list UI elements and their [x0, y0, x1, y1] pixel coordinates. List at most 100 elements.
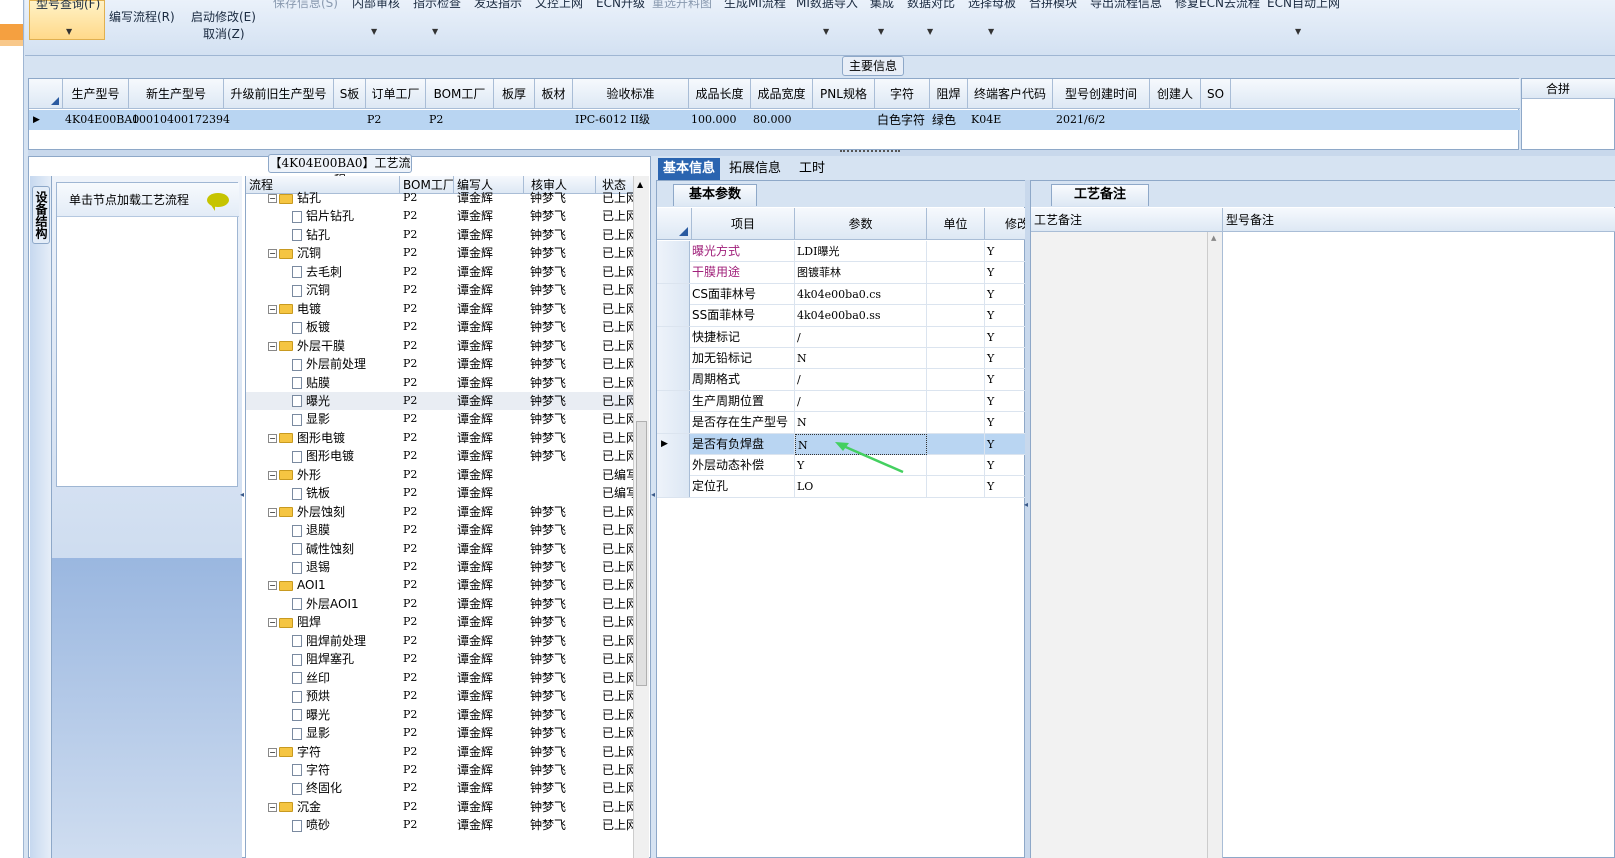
tree-row[interactable]: 外层AOI1 P2 谭金辉 钟梦飞 已上网 — [246, 595, 634, 613]
row-header[interactable] — [657, 348, 690, 369]
internal-review-button[interactable]: 内部审核 — [352, 0, 400, 11]
process-remarks-area[interactable] — [1031, 232, 1207, 858]
tree-scrollbar[interactable]: ▲ — [633, 176, 649, 858]
param-modify[interactable]: Y — [985, 369, 1026, 391]
cancel-button[interactable]: 取消(Z) — [203, 25, 245, 42]
tree-row[interactable]: 沉铜 P2 谭金辉 钟梦飞 已上网 — [246, 281, 634, 299]
header-create-time[interactable]: 型号创建时间 — [1053, 79, 1150, 109]
param-row[interactable]: 曝光方式 LDI曝光 Y — [657, 241, 1026, 263]
header-old-model[interactable]: 升级前旧生产型号 — [224, 79, 334, 109]
param-unit[interactable] — [927, 412, 985, 434]
tree-node[interactable]: 图形电镀 — [292, 447, 400, 465]
param-row[interactable]: CS面菲林号 4k04e00ba0.cs Y — [657, 283, 1026, 306]
scroll-up-icon[interactable]: ▲ — [1211, 234, 1216, 242]
remarks-scrollbar[interactable]: ▲ — [1207, 232, 1223, 858]
row-header[interactable] — [657, 412, 690, 434]
param-unit[interactable] — [927, 305, 985, 327]
collapse-mid-icon[interactable]: ◂ — [651, 490, 655, 499]
cell-width[interactable]: 80.000 — [753, 110, 792, 130]
expander-icon[interactable]: − — [268, 341, 277, 351]
internal-review-caret-icon[interactable]: ▼ — [371, 27, 377, 36]
expander-icon[interactable]: − — [268, 433, 277, 443]
param-value[interactable]: 图镀菲林 — [795, 262, 927, 284]
param-value[interactable]: / — [795, 326, 927, 348]
send-indicator-button[interactable]: 发送指示 — [474, 0, 522, 11]
ecn-upgrade-button[interactable]: ECN升级 — [596, 0, 645, 11]
indicator-check-caret-icon[interactable]: ▼ — [432, 27, 438, 36]
remarks-title[interactable]: 工艺备注 — [1051, 184, 1149, 206]
tree-row[interactable]: 喷砂 P2 谭金辉 钟梦飞 已上网 — [246, 816, 634, 834]
expander-icon[interactable]: − — [268, 194, 277, 203]
tree-node[interactable]: − 外层蚀刻 — [268, 503, 400, 521]
param-unit[interactable] — [927, 283, 985, 305]
tree-node[interactable]: 字符 — [292, 761, 400, 779]
scroll-up-icon[interactable]: ▲ — [637, 180, 643, 189]
cell-length[interactable]: 100.000 — [691, 110, 737, 130]
tree-node[interactable]: 沉铜 — [292, 281, 400, 299]
param-value[interactable]: / — [795, 369, 927, 391]
param-row[interactable]: 是否存在生产型号 N Y — [657, 412, 1026, 434]
header-character[interactable]: 字符 — [875, 79, 930, 109]
param-unit[interactable] — [927, 476, 985, 498]
splitter-grip-icon[interactable] — [840, 150, 900, 155]
tree-node[interactable]: 去毛刺 — [292, 263, 400, 281]
header-so[interactable]: SO — [1201, 79, 1231, 109]
basic-params-title[interactable]: 基本参数 — [673, 184, 757, 206]
file-upload-button[interactable]: 文控上网 — [535, 0, 583, 11]
tree-node[interactable]: 喷砂 — [292, 816, 400, 834]
write-flow-button[interactable]: 编写流程(R) — [109, 8, 175, 25]
tree-node[interactable]: 曝光 — [292, 706, 400, 724]
tree-row[interactable]: 退锡 P2 谭金辉 钟梦飞 已上网 — [246, 558, 634, 576]
data-compare-caret-icon[interactable]: ▼ — [927, 27, 933, 36]
tree-node[interactable]: 板镀 — [292, 318, 400, 336]
header-new-model[interactable]: 新生产型号 — [129, 79, 224, 109]
cell-new-model[interactable]: 10010400172394 — [132, 110, 230, 130]
device-structure-tab[interactable]: 设备结构 — [32, 186, 50, 244]
tree-row[interactable]: 去毛刺 P2 谭金辉 钟梦飞 已上网 — [246, 263, 634, 281]
tree-node[interactable]: 预烘 — [292, 687, 400, 705]
param-value[interactable]: LDI曝光 — [795, 241, 927, 262]
expander-icon[interactable]: − — [268, 581, 277, 591]
tree-row[interactable]: 铣板 P2 谭金辉 已编写 — [246, 484, 634, 502]
tree-node[interactable]: − 图形电镀 — [268, 429, 400, 447]
header-standard[interactable]: 验收标准 — [573, 79, 689, 109]
process-remarks-header[interactable]: 工艺备注 — [1031, 208, 1223, 232]
row-header[interactable] — [657, 326, 690, 348]
cell-order-factory[interactable]: P2 — [367, 110, 381, 130]
basic-header-modify[interactable]: 修改 — [985, 208, 1026, 240]
param-row[interactable]: 生产周期位置 / Y — [657, 390, 1026, 413]
tree-node[interactable]: 丝印 — [292, 669, 400, 687]
reselect-material-button[interactable]: 重选开料图 — [652, 0, 712, 11]
tree-node[interactable]: 钻孔 — [292, 226, 400, 244]
generate-mi-button[interactable]: 生成MI流程 — [724, 0, 786, 11]
cell-standard[interactable]: IPC-6012 II级 — [575, 110, 650, 130]
expander-icon[interactable]: − — [268, 747, 277, 757]
header-order-factory[interactable]: 订单工厂 — [366, 79, 426, 109]
ecn-auto-caret-icon[interactable]: ▼ — [1295, 27, 1301, 36]
tree-row[interactable]: 显影 P2 谭金辉 钟梦飞 已上网 — [246, 724, 634, 742]
tree-row[interactable]: 字符 P2 谭金辉 钟梦飞 已上网 — [246, 761, 634, 779]
param-value[interactable]: / — [795, 390, 927, 412]
expander-icon[interactable]: − — [268, 470, 277, 480]
param-unit[interactable] — [927, 390, 985, 412]
tree-row[interactable]: 终固化 P2 谭金辉 钟梦飞 已上网 — [246, 779, 634, 797]
param-value[interactable]: 4k04e00ba0.ss — [795, 305, 927, 327]
tree-node[interactable]: 退膜 — [292, 521, 400, 539]
param-row[interactable]: 干膜用途 图镀菲林 Y — [657, 262, 1026, 284]
header-width[interactable]: 成品宽度 — [751, 79, 813, 109]
basic-header-param[interactable]: 参数 — [795, 208, 927, 240]
expander-icon[interactable]: − — [268, 802, 277, 812]
param-value[interactable]: N — [795, 412, 927, 434]
tree-row[interactable]: − 图形电镀 P2 谭金辉 钟梦飞 已上网 — [246, 429, 634, 447]
header-bom-factory[interactable]: BOM工厂 — [426, 79, 494, 109]
tree-node[interactable]: − 沉金 — [268, 798, 400, 816]
basic-header-unit[interactable]: 单位 — [927, 208, 985, 240]
ecn-auto-button[interactable]: ECN自动上网 — [1267, 0, 1340, 11]
header-pnl[interactable]: PNL规格 — [813, 79, 875, 109]
tab-extended-info[interactable]: 拓展信息 — [726, 158, 784, 180]
tree-row[interactable]: 铝片钻孔 P2 谭金辉 钟梦飞 已上网 — [246, 207, 634, 225]
row-header[interactable] — [657, 390, 690, 412]
tree-node[interactable]: − 电镀 — [268, 300, 400, 318]
header-prod-model[interactable]: 生产型号 — [63, 79, 129, 109]
param-row[interactable]: 周期格式 / Y — [657, 369, 1026, 391]
